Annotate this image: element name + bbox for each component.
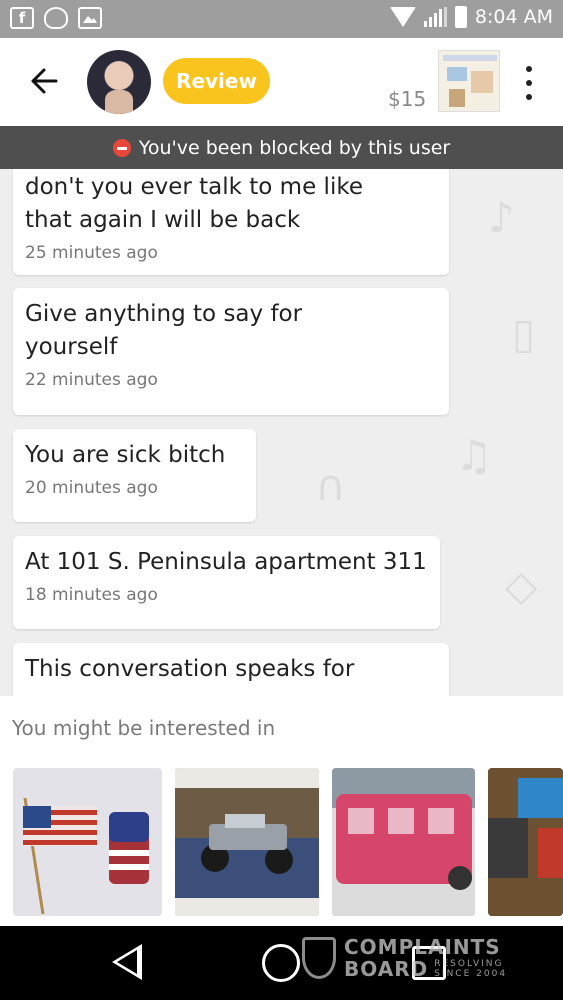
gallery-icon: [78, 7, 102, 29]
message-time: 20 minutes ago: [25, 478, 158, 498]
message-text: You are sick bitch: [25, 442, 226, 468]
message-bubble[interactable]: At 101 S. Peninsula apartment 311 18 min…: [13, 536, 440, 629]
message-time: 25 minutes ago: [25, 243, 158, 263]
chat-messages[interactable]: ♪ ▯ ♫ ∩ ◇ don't you ever talk to me like…: [0, 169, 563, 696]
suggestions-title: You might be interested in: [12, 716, 276, 740]
message-time: 22 minutes ago: [25, 370, 158, 390]
tag-doodle-icon: ◇: [505, 561, 538, 610]
navigation-bar: COMPLAINTS BOARD RESOLVING SINCE 2004: [0, 926, 563, 1000]
listing-price: $15: [388, 87, 427, 111]
american-flag-cup-photo[interactable]: [13, 768, 162, 916]
more-options-icon[interactable]: [520, 66, 538, 100]
facebook-icon: f: [10, 7, 34, 29]
suggestions-panel: You might be interested in: [0, 696, 563, 926]
blue-item-photo[interactable]: [488, 768, 563, 916]
message-bubble[interactable]: Give anything to say for yourself 22 min…: [13, 288, 449, 415]
headphones-doodle-icon: ∩: [315, 461, 346, 510]
message-text: yourself: [25, 334, 118, 360]
message-text: This conversation speaks for: [25, 656, 355, 682]
message-bubble[interactable]: This conversation speaks for: [13, 643, 449, 696]
watermark-tag2: SINCE 2004: [434, 969, 508, 979]
listing-thumbnail[interactable]: [438, 50, 500, 112]
blocked-banner-text: You've been blocked by this user: [138, 136, 451, 159]
watermark-line2: BOARD: [344, 957, 429, 981]
wifi-icon: [389, 7, 416, 27]
pink-toy-bus-photo[interactable]: [332, 768, 475, 916]
chat-header: Review $15: [0, 38, 563, 126]
blocked-banner: You've been blocked by this user: [0, 126, 563, 169]
watermark-tag1: RESOLVING: [434, 959, 504, 969]
blocked-icon: [112, 138, 131, 157]
rc-monster-truck-photo[interactable]: [175, 768, 319, 916]
shirt-doodle-icon: ▯: [512, 309, 536, 358]
watermark: COMPLAINTS BOARD RESOLVING SINCE 2004: [302, 936, 507, 980]
message-text: Give anything to say for: [25, 301, 303, 327]
snapchat-icon: [44, 7, 68, 29]
message-bubble[interactable]: You are sick bitch 20 minutes ago: [13, 429, 256, 522]
watermark-line1: COMPLAINTS: [344, 935, 501, 959]
message-text: At 101 S. Peninsula apartment 311: [25, 549, 427, 575]
nav-back-icon[interactable]: [112, 944, 142, 980]
message-text: that again I will be back: [25, 207, 301, 233]
nav-home-icon[interactable]: [262, 944, 300, 982]
message-text: don't you ever talk to me like: [25, 174, 363, 200]
review-button[interactable]: Review: [163, 58, 270, 104]
clock: 8:04 AM: [474, 6, 553, 28]
shield-logo-icon: [302, 937, 336, 979]
back-arrow-icon[interactable]: [28, 64, 62, 98]
avatar[interactable]: [87, 50, 151, 114]
battery-icon: [454, 6, 467, 28]
signal-icon: [423, 7, 447, 27]
status-bar: f 8:04 AM: [0, 0, 563, 38]
message-bubble[interactable]: don't you ever talk to me like that agai…: [13, 169, 449, 275]
trumpet-doodle-icon: ♪: [488, 193, 515, 242]
music-doodle-icon: ♫: [455, 431, 493, 480]
message-time: 18 minutes ago: [25, 585, 158, 605]
